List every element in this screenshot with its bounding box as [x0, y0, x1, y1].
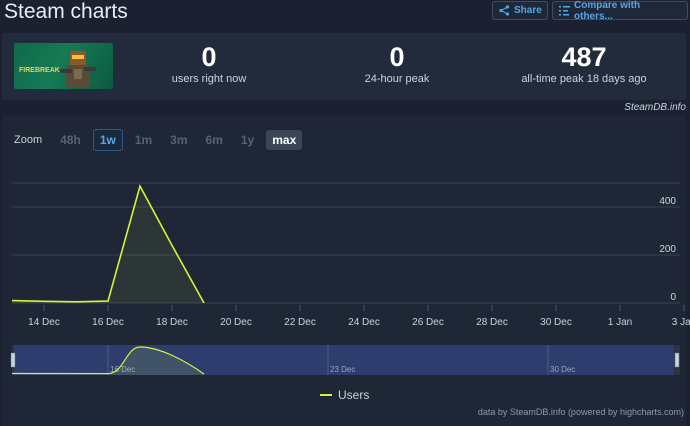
x-tick-label: 3 Jan [672, 317, 690, 328]
data-point[interactable] [11, 299, 13, 301]
data-point[interactable] [43, 300, 45, 302]
navigator-tick-label: 30 Dec [550, 365, 575, 374]
data-point[interactable] [75, 301, 77, 303]
data-point[interactable] [107, 300, 109, 302]
data-point[interactable] [203, 302, 205, 304]
navigator-handle-left[interactable] [10, 352, 16, 368]
x-tick-label: 18 Dec [156, 317, 188, 328]
x-tick-label: 26 Dec [412, 317, 444, 328]
legend-label: Users [338, 388, 370, 402]
data-point[interactable] [171, 244, 173, 246]
x-tick-label: 22 Dec [284, 317, 316, 328]
y-tick-label: 0 [670, 292, 676, 303]
x-tick-label: 16 Dec [92, 317, 124, 328]
series-area [12, 186, 204, 303]
chart-legend[interactable]: Users [320, 388, 369, 402]
navigator-handle-right[interactable] [674, 352, 680, 368]
x-tick-label: 24 Dec [348, 317, 380, 328]
navigator-tick-label: 23 Dec [330, 365, 355, 374]
x-tick-label: 30 Dec [540, 317, 572, 328]
x-tick-label: 14 Dec [28, 317, 60, 328]
players-chart[interactable]: 0 200 400 14 Dec 16 Dec 18 Dec 20 Dec 22 Dec 24 … [0, 0, 690, 426]
data-point[interactable] [139, 185, 141, 187]
x-tick-label: 28 Dec [476, 317, 508, 328]
chart-credits[interactable]: data by SteamDB.info (powered by highcha… [478, 407, 684, 417]
y-tick-label: 400 [659, 196, 676, 207]
x-tick-label: 1 Jan [608, 317, 632, 328]
legend-swatch [320, 394, 332, 396]
x-tick-label: 20 Dec [220, 317, 252, 328]
y-tick-label: 200 [659, 244, 676, 255]
